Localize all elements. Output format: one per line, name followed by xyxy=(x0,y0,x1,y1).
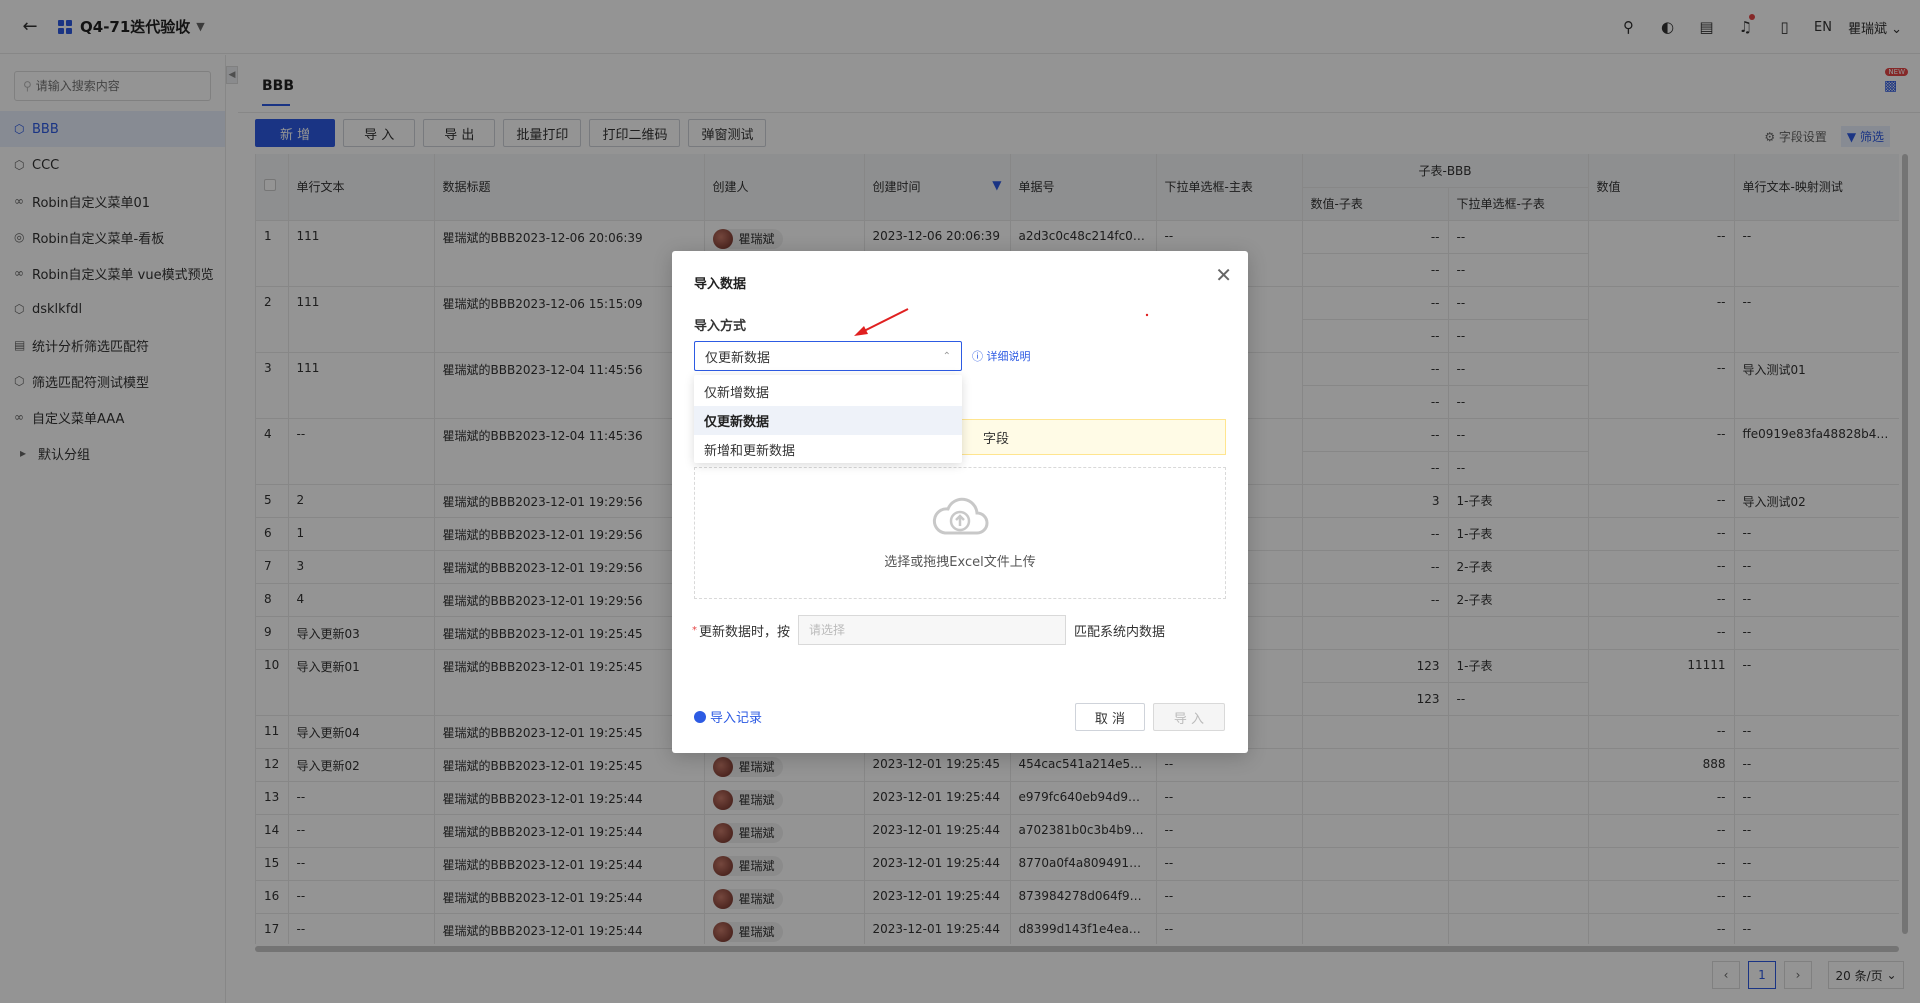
import-data-modal: 导入数据 ✕ 导入方式 仅更新数据 ⌃ ⓘ 详细说明 字段 选择或拖拽Excel… xyxy=(672,251,1248,753)
cancel-button[interactable]: 取 消 xyxy=(1075,703,1145,731)
match-row: * 更新数据时，按 匹配系统内数据 xyxy=(692,615,1165,645)
clock-icon xyxy=(694,710,706,723)
import-method-dropdown: 仅新增数据 仅更新数据 新增和更新数据 xyxy=(694,375,962,463)
match-field-select[interactable] xyxy=(798,615,1067,645)
import-method-select[interactable]: 仅更新数据 ⌃ xyxy=(694,341,962,371)
import-records-link[interactable]: 导入记录 xyxy=(694,707,762,726)
option-update-only[interactable]: 仅更新数据 xyxy=(694,406,962,435)
match-suffix-label: 匹配系统内数据 xyxy=(1074,624,1166,640)
option-add-only[interactable]: 仅新增数据 xyxy=(694,377,962,406)
help-link[interactable]: ⓘ 详细说明 xyxy=(972,348,1031,364)
upload-dropzone[interactable]: 选择或拖拽Excel文件上传 xyxy=(694,467,1226,599)
modal-title: 导入数据 xyxy=(694,277,747,292)
chevron-up-icon: ⌃ xyxy=(942,350,951,362)
upload-text: 选择或拖拽Excel文件上传 xyxy=(884,554,1036,570)
close-icon[interactable]: ✕ xyxy=(1215,263,1232,287)
warning-text: 字段 xyxy=(983,431,1010,447)
import-method-label: 导入方式 xyxy=(694,319,747,334)
required-mark: * xyxy=(692,624,697,636)
import-records-label: 导入记录 xyxy=(710,711,763,726)
option-add-and-update[interactable]: 新增和更新数据 xyxy=(694,435,962,464)
import-submit-button[interactable]: 导 入 xyxy=(1153,703,1225,731)
match-prefix-label: 更新数据时，按 xyxy=(699,624,791,640)
info-icon: ⓘ xyxy=(972,350,983,363)
import-method-value: 仅更新数据 xyxy=(705,350,771,366)
help-label: 详细说明 xyxy=(986,350,1031,363)
cloud-upload-icon xyxy=(932,497,989,534)
